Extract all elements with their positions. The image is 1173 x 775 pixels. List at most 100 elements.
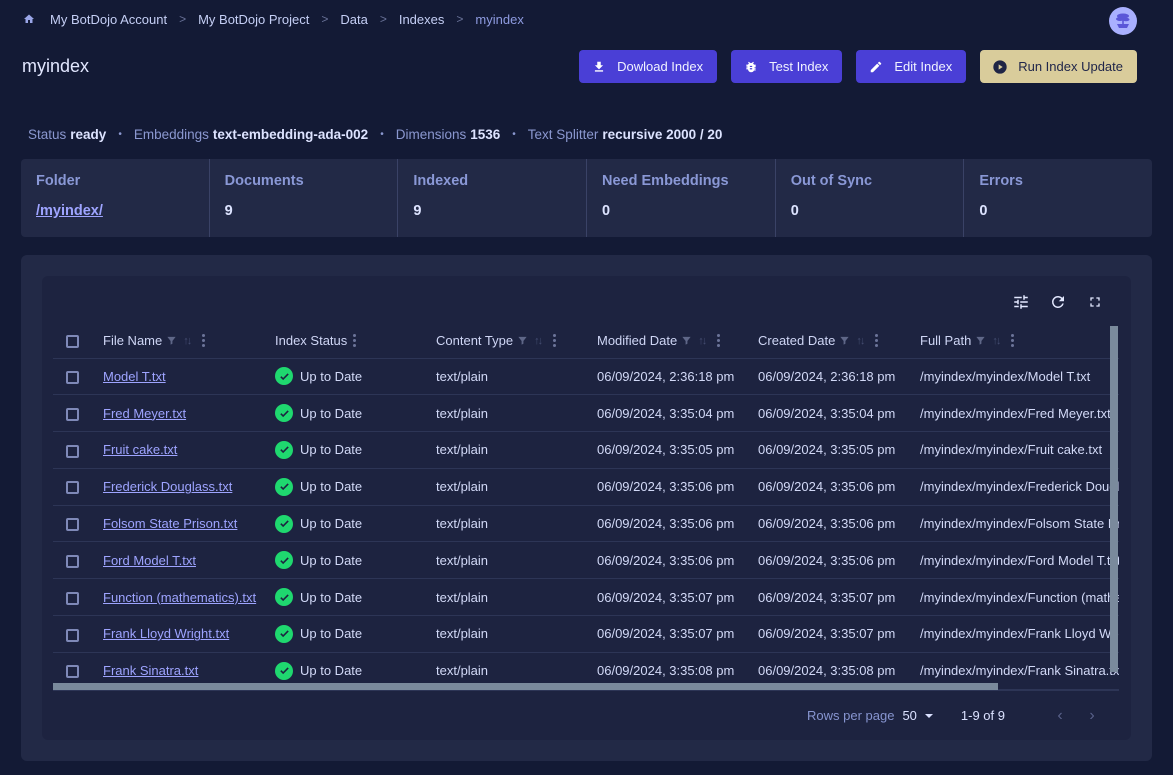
file-name-link[interactable]: Function (mathematics).txt: [103, 590, 256, 605]
created-date: 06/09/2024, 3:35:08 pm: [758, 663, 896, 679]
column-title: Modified Date: [597, 333, 678, 349]
folder-link[interactable]: /myindex/: [36, 203, 194, 219]
vertical-scrollbar[interactable]: [1110, 326, 1118, 672]
filter-icon[interactable]: [166, 335, 177, 346]
table-row[interactable]: Folsom State Prison.txt Up to Date text/…: [53, 505, 1119, 543]
breadcrumb-indexes[interactable]: Indexes: [399, 12, 445, 27]
stat-need-embeddings: Need Embeddings 0: [587, 159, 776, 237]
index-status: Up to Date: [275, 367, 362, 386]
rows-per-page-value: 50: [902, 708, 917, 723]
modified-date: 06/09/2024, 3:35:05 pm: [597, 442, 735, 458]
index-status-text: Up to Date: [300, 516, 363, 532]
file-name-link[interactable]: Fred Meyer.txt: [103, 406, 186, 421]
filter-icon[interactable]: [681, 335, 692, 346]
next-page-button[interactable]: ›: [1085, 707, 1099, 725]
embeddings-value: text-embedding-ada-002: [212, 127, 369, 142]
column-settings-icon[interactable]: [1011, 292, 1031, 312]
row-checkbox[interactable]: [66, 665, 79, 679]
stat-label: Folder: [36, 173, 81, 189]
caret-down-icon: [924, 713, 933, 718]
column-header-full-path[interactable]: Full Path ↑↓: [920, 333, 1015, 348]
sort-icon[interactable]: ↑↓: [992, 335, 1001, 347]
row-checkbox[interactable]: [66, 628, 79, 642]
file-name-link[interactable]: Frank Lloyd Wright.txt: [103, 626, 229, 641]
table-row[interactable]: Frederick Douglass.txt Up to Date text/p…: [53, 468, 1119, 506]
run-index-update-button[interactable]: Run Index Update: [980, 50, 1137, 83]
column-header-content-type[interactable]: Content Type ↑↓: [436, 333, 557, 349]
documents-table-card: File Name ↑↓ Index Status Content Type ↑…: [42, 276, 1131, 740]
breadcrumb-data[interactable]: Data: [340, 12, 367, 27]
fullscreen-icon[interactable]: [1085, 292, 1105, 312]
column-header-modified-date[interactable]: Modified Date ↑↓: [597, 333, 721, 349]
breadcrumb-separator: >: [179, 12, 187, 26]
filter-icon[interactable]: [839, 335, 850, 346]
refresh-icon[interactable]: [1048, 292, 1068, 312]
table-row[interactable]: Model T.txt Up to Date text/plain 06/09/…: [53, 358, 1119, 396]
index-status-text: Up to Date: [300, 479, 363, 495]
file-name-link[interactable]: Frederick Douglass.txt: [103, 479, 232, 494]
column-title: Content Type: [436, 333, 514, 349]
row-checkbox[interactable]: [66, 444, 79, 458]
table-row[interactable]: Ford Model T.txt Up to Date text/plain 0…: [53, 541, 1119, 580]
column-title: Created Date: [758, 333, 836, 349]
file-name-link[interactable]: Ford Model T.txt: [103, 553, 196, 568]
horizontal-scrollbar[interactable]: [53, 683, 998, 690]
column-header-index-status[interactable]: Index Status: [275, 333, 357, 348]
column-menu-icon[interactable]: [553, 334, 557, 348]
modified-date: 06/09/2024, 3:35:06 pm: [597, 479, 735, 495]
file-name-link[interactable]: Fruit cake.txt: [103, 442, 177, 457]
index-status-text: Up to Date: [300, 405, 363, 421]
column-menu-icon[interactable]: [202, 334, 206, 348]
row-checkbox[interactable]: [66, 591, 79, 605]
full-path: /myindex/myindex/Fred Meyer.txt: [920, 405, 1111, 421]
previous-page-button[interactable]: ‹: [1053, 707, 1067, 725]
file-name-link[interactable]: Model T.txt: [103, 369, 166, 384]
sort-icon[interactable]: ↑↓: [856, 335, 865, 347]
column-header-created-date[interactable]: Created Date ↑↓: [758, 333, 879, 349]
column-menu-icon[interactable]: [875, 334, 879, 348]
table-row[interactable]: Fred Meyer.txt Up to Date text/plain 06/…: [53, 394, 1119, 433]
user-avatar[interactable]: [1109, 7, 1137, 35]
sort-icon[interactable]: ↑↓: [183, 335, 192, 347]
row-checkbox[interactable]: [66, 407, 79, 421]
check-circle-icon: [275, 624, 293, 643]
stat-value: 0: [790, 203, 799, 219]
column-header-file-name[interactable]: File Name ↑↓: [103, 333, 206, 348]
filter-icon[interactable]: [975, 335, 986, 346]
check-circle-icon: [275, 404, 293, 423]
column-menu-icon[interactable]: [1011, 334, 1015, 348]
table-row[interactable]: Function (mathematics).txt Up to Date te…: [53, 578, 1119, 617]
modified-date: 06/09/2024, 3:35:04 pm: [597, 405, 735, 421]
row-checkbox[interactable]: [66, 481, 79, 495]
table-row[interactable]: Fruit cake.txt Up to Date text/plain 06/…: [53, 431, 1119, 469]
edit-index-button[interactable]: Edit Index: [856, 50, 967, 83]
breadcrumb-project[interactable]: My BotDojo Project: [198, 12, 309, 27]
check-circle-icon: [275, 514, 293, 533]
rows-per-page-select[interactable]: 50: [902, 708, 933, 723]
created-date: 06/09/2024, 3:35:07 pm: [758, 589, 896, 605]
table-row[interactable]: Frank Lloyd Wright.txt Up to Date text/p…: [53, 615, 1119, 653]
stat-label: Indexed: [413, 173, 469, 189]
file-name-link[interactable]: Folsom State Prison.txt: [103, 516, 237, 531]
created-date: 06/09/2024, 3:35:06 pm: [758, 479, 896, 495]
sort-icon[interactable]: ↑↓: [698, 335, 707, 347]
select-all-checkbox[interactable]: [66, 335, 79, 349]
download-index-button[interactable]: Dowload Index: [579, 50, 718, 83]
stat-value: 9: [224, 203, 233, 219]
stat-value: 0: [602, 203, 611, 219]
breadcrumb-separator: >: [456, 12, 464, 26]
column-menu-icon[interactable]: [353, 334, 357, 348]
sort-icon[interactable]: ↑↓: [534, 335, 543, 347]
row-checkbox[interactable]: [66, 554, 79, 568]
stat-label: Need Embeddings: [602, 173, 729, 189]
filter-icon[interactable]: [517, 335, 528, 346]
row-checkbox[interactable]: [66, 518, 79, 532]
home-icon[interactable]: [22, 12, 36, 26]
row-checkbox[interactable]: [66, 370, 79, 384]
breadcrumb-account[interactable]: My BotDojo Account: [50, 12, 167, 27]
index-status: Up to Date: [275, 588, 362, 607]
created-date: 06/09/2024, 2:36:18 pm: [758, 368, 896, 384]
test-index-button[interactable]: Test Index: [731, 50, 843, 83]
file-name-link[interactable]: Frank Sinatra.txt: [103, 663, 198, 678]
column-menu-icon[interactable]: [717, 334, 721, 348]
